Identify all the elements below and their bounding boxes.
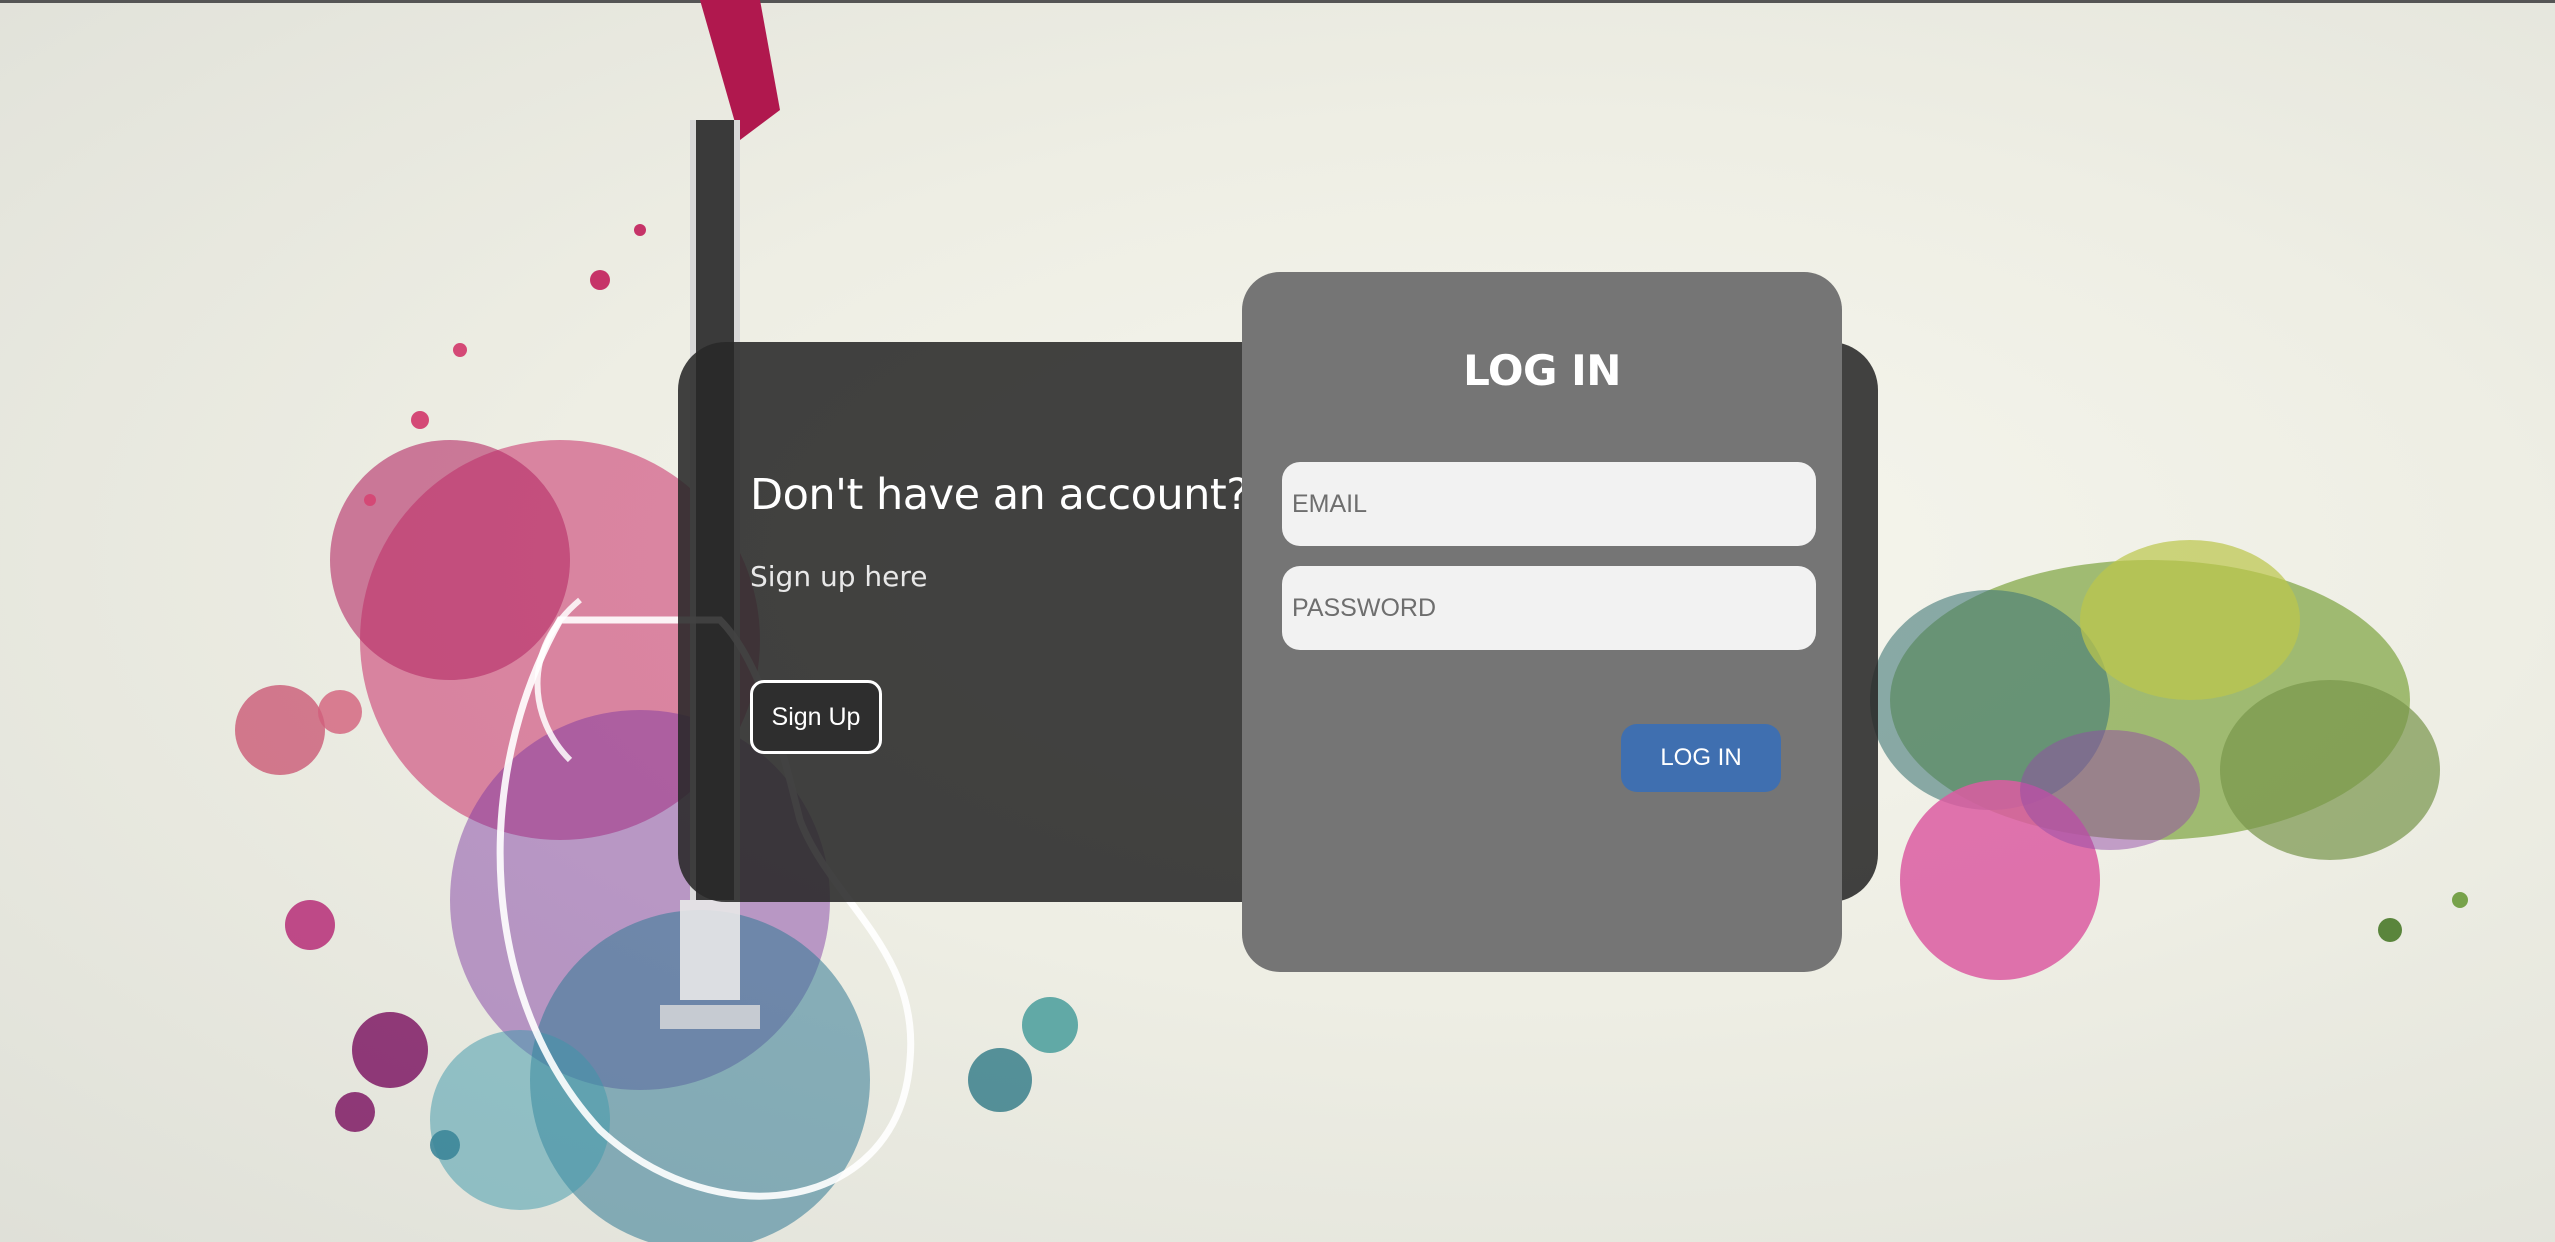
email-field[interactable]	[1282, 462, 1816, 546]
signup-subtext: Sign up here	[750, 560, 928, 593]
login-card: LOG IN LOG IN	[1242, 272, 1842, 972]
login-button[interactable]: LOG IN	[1621, 724, 1781, 792]
signup-button[interactable]: Sign Up	[750, 680, 882, 754]
login-title: LOG IN	[1463, 346, 1621, 395]
password-field[interactable]	[1282, 566, 1816, 650]
login-page: Don't have an account? Sign up here Sign…	[0, 0, 2555, 1242]
signup-heading: Don't have an account?	[750, 470, 1249, 520]
signup-section: Don't have an account? Sign up here Sign…	[750, 470, 1270, 754]
